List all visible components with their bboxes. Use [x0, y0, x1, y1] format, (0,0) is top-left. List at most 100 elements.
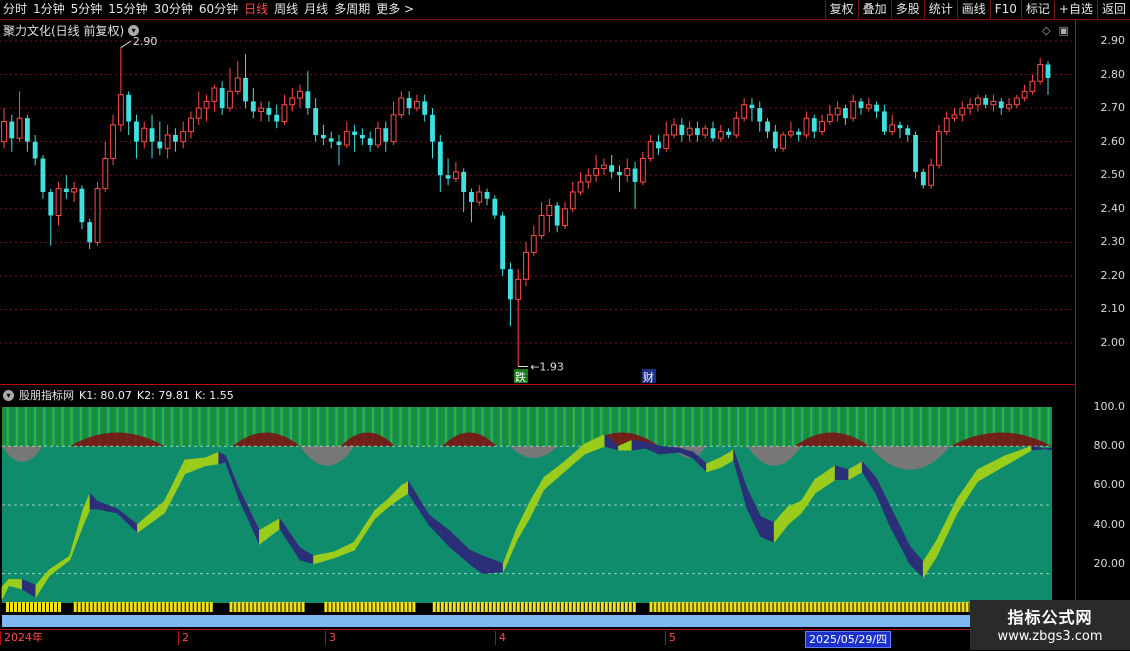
restore-rights-button[interactable]: 复权: [824, 0, 858, 19]
candle-body: [1037, 63, 1044, 82]
chevron-down-icon[interactable]: ▾: [128, 25, 140, 36]
indicator-menu-icon[interactable]: ▾: [3, 389, 14, 401]
candle-body: [538, 214, 545, 237]
top-stripe: [522, 407, 525, 447]
signal-strip: [921, 602, 925, 612]
signal-strip: [620, 602, 624, 612]
top-stripe: [2, 407, 5, 447]
top-stripe: [312, 407, 315, 447]
candle-body: [266, 108, 272, 115]
signal-strip: [173, 602, 177, 612]
signal-strip: [673, 602, 677, 612]
candle-body: [274, 114, 280, 122]
top-stripe: [29, 407, 32, 447]
signal-strip: [177, 602, 181, 612]
period-tab-weekly[interactable]: 周线: [271, 0, 301, 19]
candle-body: [343, 131, 350, 146]
draw-line-button[interactable]: 画线: [956, 0, 990, 19]
top-stripe: [330, 407, 334, 447]
signal-strip: [628, 602, 632, 612]
candle-body: [461, 171, 467, 192]
period-tab-15min[interactable]: 15分钟: [105, 0, 150, 19]
mark-button[interactable]: 标记: [1020, 0, 1054, 19]
top-stripe: [901, 407, 904, 447]
candle-body: [811, 118, 817, 132]
candle-body: [897, 124, 903, 129]
top-stripe: [586, 407, 589, 447]
signal-strip: [496, 602, 500, 612]
candle-body: [134, 121, 139, 142]
candlestick-chart[interactable]: 2.90←1.93跌财: [0, 20, 1075, 385]
candle-body: [492, 198, 498, 216]
candle-body: [94, 188, 101, 243]
stock-title: 聚力文化(日线 前复权): [3, 24, 125, 38]
period-tab-30min[interactable]: 30分钟: [151, 0, 196, 19]
signal-strip: [448, 602, 452, 612]
candle-body: [726, 131, 731, 135]
signal-strip: [137, 602, 141, 612]
top-stripe: [426, 407, 429, 447]
signal-strip: [336, 602, 340, 612]
candle-body: [1029, 80, 1036, 92]
period-tab-5min[interactable]: 5分钟: [68, 0, 106, 19]
multi-stock-button[interactable]: 多股: [890, 0, 924, 19]
period-tab-1min[interactable]: 1分钟: [30, 0, 68, 19]
signal-strip: [957, 602, 961, 612]
top-stripe: [216, 407, 219, 447]
f10-button[interactable]: F10: [989, 0, 1021, 19]
signal-strip: [873, 602, 877, 612]
top-stripe: [298, 407, 302, 447]
period-tab-daily[interactable]: 日线: [241, 0, 271, 19]
candle-body: [406, 98, 412, 109]
diamond-icon[interactable]: ◇: [1042, 24, 1050, 37]
date-tick: 2024年: [0, 631, 43, 645]
candle-body: [87, 222, 93, 243]
watermark-logo: 指标公式网 www.zbgs3.com: [970, 600, 1130, 650]
signal-strip: [181, 602, 185, 612]
signal-strip: [392, 602, 396, 612]
period-tab-timeshare[interactable]: 分时: [0, 0, 30, 19]
overlay-button[interactable]: 叠加: [857, 0, 891, 19]
top-stripe: [700, 407, 703, 447]
candle-body: [149, 128, 155, 142]
signal-strip: [600, 602, 604, 612]
add-watchlist-button[interactable]: +自选: [1053, 0, 1097, 19]
signal-strip: [508, 602, 512, 612]
top-stripe: [513, 407, 516, 447]
period-tab-more[interactable]: 更多 >: [373, 0, 417, 19]
candle-body: [48, 192, 54, 216]
top-stripe: [787, 407, 790, 447]
signal-strip: [721, 602, 725, 612]
date-tick: 2: [178, 631, 189, 645]
signal-strip: [105, 602, 109, 612]
top-stripe: [727, 407, 731, 447]
top-stripe: [152, 407, 156, 447]
signal-strip: [185, 602, 189, 612]
candle-body: [211, 87, 218, 102]
top-stripe: [43, 407, 46, 447]
window-icon[interactable]: ▣: [1058, 24, 1068, 37]
period-tab-monthly[interactable]: 月线: [301, 0, 331, 19]
top-stripe: [435, 407, 439, 447]
price-axis-label: 2.60: [1100, 134, 1126, 148]
top-stripe: [527, 407, 530, 447]
candle-body: [297, 90, 303, 99]
back-button[interactable]: 返回: [1096, 0, 1130, 19]
signal-strip: [285, 602, 289, 612]
candle-body: [141, 127, 148, 143]
signal-strip: [121, 602, 125, 612]
candle-body: [289, 97, 296, 106]
period-tab-60min[interactable]: 60分钟: [196, 0, 241, 19]
top-stripe: [47, 407, 51, 447]
signal-strip: [713, 602, 717, 612]
candle-body: [1013, 97, 1020, 106]
signal-strip: [356, 602, 360, 612]
indicator-chart[interactable]: [0, 403, 1075, 629]
signal-strip: [456, 602, 460, 612]
candle-body: [562, 208, 568, 227]
signal-strip: [785, 602, 789, 612]
signal-strip: [50, 602, 53, 612]
period-tab-multi[interactable]: 多周期: [331, 0, 373, 19]
top-stripe: [75, 407, 78, 447]
statistics-button[interactable]: 统计: [923, 0, 957, 19]
